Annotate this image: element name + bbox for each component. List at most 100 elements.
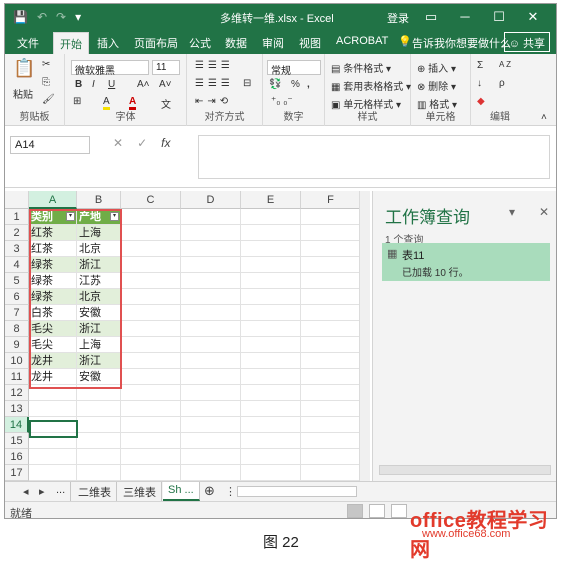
sheet-scroll-divider-icon[interactable]: ⋮ xyxy=(225,485,236,498)
ribbon-display-icon[interactable]: ▭ xyxy=(414,7,448,27)
find-select-button[interactable]: ρ xyxy=(499,78,505,89)
row-header[interactable]: 6 xyxy=(5,289,29,305)
row-header[interactable]: 11 xyxy=(5,369,29,385)
autosum-button[interactable]: Σ xyxy=(477,60,483,71)
cell[interactable] xyxy=(121,353,181,369)
insert-cells-button[interactable]: ⊕ 插入 ▾ xyxy=(417,60,456,75)
cell[interactable] xyxy=(121,289,181,305)
select-all-corner[interactable] xyxy=(5,191,29,209)
cell[interactable] xyxy=(241,273,301,289)
sort-filter-button[interactable]: A Z xyxy=(499,60,511,69)
page-layout-view-icon[interactable] xyxy=(369,504,385,518)
underline-button[interactable]: U xyxy=(108,79,115,90)
font-name-select[interactable]: 微软雅黑 xyxy=(71,60,149,77)
decimal-icons[interactable]: ⁺₀ ₀⁻ xyxy=(271,96,293,107)
worksheet-grid[interactable]: ABCDEF 1 2 3 4 5 6 7 8 9 10 11 12 13 14 15 16 17 类别 ▾ 产地 ▾ 红… xyxy=(5,191,370,481)
cell[interactable] xyxy=(181,225,241,241)
cut-icon[interactable]: ✂ xyxy=(42,59,50,70)
cell[interactable] xyxy=(121,225,181,241)
row-header[interactable]: 9 xyxy=(5,337,29,353)
tab-page-layout[interactable]: 页面布局 xyxy=(134,35,178,51)
cell[interactable] xyxy=(121,209,181,225)
pane-scrollbar[interactable] xyxy=(379,465,551,475)
minimize-icon[interactable]: ─ xyxy=(448,7,482,27)
cell[interactable] xyxy=(301,305,361,321)
tab-data[interactable]: 数据 xyxy=(225,35,247,51)
align-top-icons[interactable]: ☰☰☰ xyxy=(195,60,234,71)
cell[interactable] xyxy=(241,417,301,433)
sheet-tab-more[interactable]: ... xyxy=(51,482,72,501)
cell[interactable] xyxy=(301,449,361,465)
row-header[interactable]: 2 xyxy=(5,225,29,241)
bold-button[interactable]: B xyxy=(75,79,82,90)
cell[interactable] xyxy=(301,337,361,353)
insert-function-icon[interactable]: fx xyxy=(161,136,170,150)
pane-options-icon[interactable]: ▾ xyxy=(509,205,515,219)
undo-icon[interactable]: ↶ xyxy=(37,9,47,25)
tab-home[interactable]: 开始 xyxy=(53,32,89,54)
cell[interactable] xyxy=(301,209,361,225)
cell[interactable] xyxy=(241,449,301,465)
login-link[interactable]: 登录 xyxy=(387,10,409,26)
cell[interactable] xyxy=(121,449,181,465)
cell[interactable] xyxy=(301,465,361,481)
cell[interactable] xyxy=(121,321,181,337)
save-icon[interactable]: 💾 xyxy=(13,9,28,25)
column-header[interactable]: C xyxy=(121,191,181,209)
cell[interactable] xyxy=(77,465,121,481)
column-header[interactable]: B xyxy=(77,191,121,209)
row-header[interactable]: 8 xyxy=(5,321,29,337)
vertical-scrollbar[interactable] xyxy=(359,191,370,481)
active-cell[interactable] xyxy=(29,420,78,438)
cell[interactable] xyxy=(121,273,181,289)
cell[interactable] xyxy=(241,209,301,225)
cell[interactable] xyxy=(241,369,301,385)
indent-icons[interactable]: ⇤⇥⟲ xyxy=(195,96,232,107)
merge-center-icon[interactable]: ⊟ xyxy=(243,78,251,89)
tab-insert[interactable]: 插入 xyxy=(97,35,119,51)
paste-button[interactable]: 粘贴 xyxy=(13,86,33,101)
cell[interactable] xyxy=(181,369,241,385)
cell[interactable] xyxy=(301,401,361,417)
row-header[interactable]: 3 xyxy=(5,241,29,257)
cell[interactable] xyxy=(301,433,361,449)
redo-icon[interactable]: ↷ xyxy=(56,9,66,25)
cell[interactable] xyxy=(29,401,77,417)
font-size-select[interactable]: 11 xyxy=(152,60,180,75)
cell[interactable] xyxy=(241,305,301,321)
cell[interactable] xyxy=(241,465,301,481)
cell[interactable] xyxy=(77,401,121,417)
cell[interactable] xyxy=(121,465,181,481)
row-header[interactable]: 1 xyxy=(5,209,29,225)
cell[interactable] xyxy=(241,321,301,337)
grow-font-button[interactable]: A˄ xyxy=(137,79,150,90)
cell[interactable] xyxy=(241,257,301,273)
row-header[interactable]: 5 xyxy=(5,273,29,289)
copy-icon[interactable]: ⎘ xyxy=(42,77,50,88)
cell[interactable] xyxy=(241,385,301,401)
cell[interactable] xyxy=(181,305,241,321)
cell[interactable] xyxy=(121,369,181,385)
cell[interactable] xyxy=(121,417,181,433)
currency-icon[interactable]: 💱 xyxy=(269,79,281,90)
row-header[interactable]: 14 xyxy=(5,417,29,433)
row-header[interactable]: 10 xyxy=(5,353,29,369)
row-header[interactable]: 17 xyxy=(5,465,29,481)
border-icon[interactable]: ⊞ xyxy=(73,96,81,107)
cell[interactable] xyxy=(301,369,361,385)
normal-view-icon[interactable] xyxy=(347,504,363,518)
cell[interactable] xyxy=(301,225,361,241)
cell[interactable] xyxy=(301,417,361,433)
delete-cells-button[interactable]: ⊗ 删除 ▾ xyxy=(417,78,456,93)
cell[interactable] xyxy=(301,257,361,273)
cell[interactable] xyxy=(241,225,301,241)
customize-qat-icon[interactable]: ▾ xyxy=(75,9,81,25)
cell[interactable] xyxy=(121,385,181,401)
cell[interactable] xyxy=(241,401,301,417)
row-header[interactable]: 7 xyxy=(5,305,29,321)
cell[interactable] xyxy=(181,433,241,449)
row-header[interactable]: 12 xyxy=(5,385,29,401)
cell[interactable] xyxy=(181,385,241,401)
close-icon[interactable]: ✕ xyxy=(516,7,550,27)
italic-button[interactable]: I xyxy=(92,79,95,90)
